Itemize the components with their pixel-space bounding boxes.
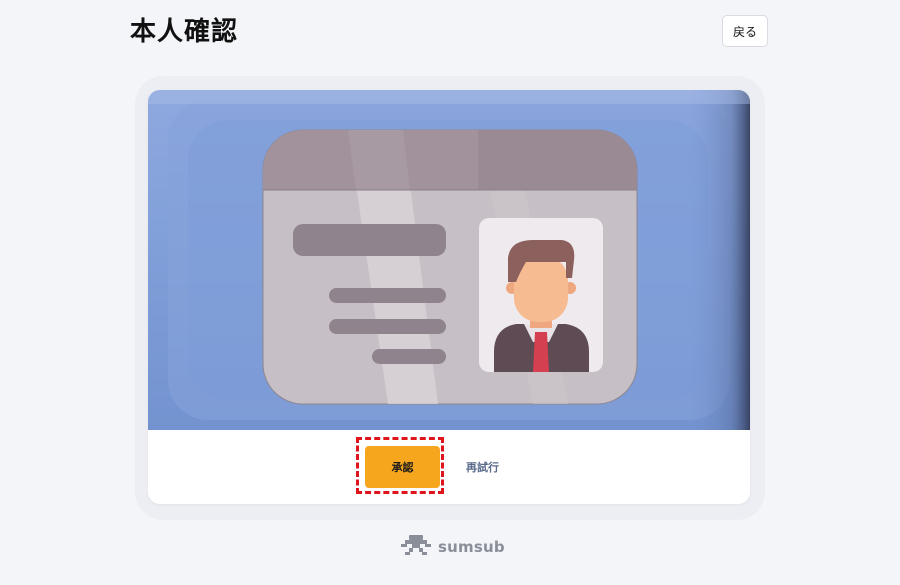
- page-title: 本人確認: [130, 17, 239, 47]
- approve-button[interactable]: 承認: [365, 446, 440, 488]
- brand-name: sumsub: [438, 538, 505, 556]
- document-photo: [148, 90, 750, 430]
- back-button[interactable]: 戻る: [722, 15, 768, 47]
- identity-verification-page: 本人確認 戻る 承認 再試行 sumsub: [0, 0, 900, 585]
- sumsub-logo-icon: [399, 534, 433, 560]
- id-card: [262, 129, 638, 405]
- id-card-illustration: [148, 90, 750, 430]
- document-review-card: 承認 再試行: [148, 90, 750, 504]
- retry-button[interactable]: 再試行: [466, 446, 499, 488]
- brand-footer: sumsub: [399, 535, 505, 559]
- review-actions: 承認 再試行: [148, 430, 750, 504]
